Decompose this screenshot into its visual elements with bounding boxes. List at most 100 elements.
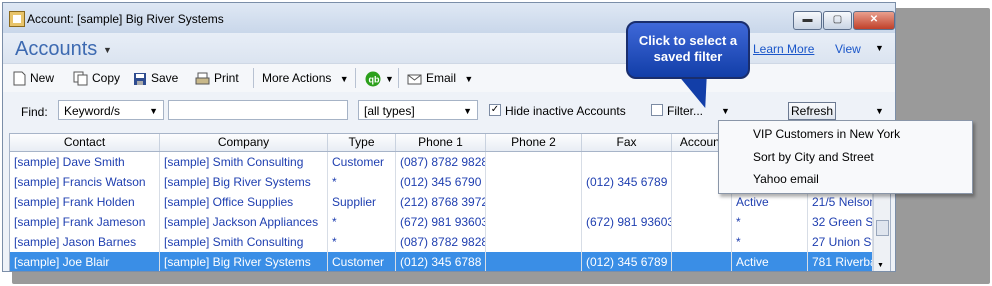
save-button[interactable]: Save	[133, 70, 178, 86]
print-button[interactable]: Print	[195, 70, 239, 86]
close-button[interactable]: ✕	[853, 11, 895, 30]
column-header[interactable]: Phone 1	[396, 134, 486, 151]
table-cell	[486, 172, 582, 192]
column-header[interactable]: Company	[160, 134, 328, 151]
copy-icon	[73, 71, 88, 86]
table-cell: *	[328, 232, 396, 252]
table-cell: [sample] Jackson Appliances	[160, 212, 328, 232]
print-label: Print	[214, 71, 239, 85]
table-cell	[672, 212, 732, 232]
table-cell: [sample] Francis Watson	[10, 172, 160, 192]
table-cell	[672, 252, 732, 271]
table-cell: 781 Riverbank	[808, 252, 873, 271]
table-row[interactable]: [sample] Joe Blair [sample] Big River Sys…	[10, 252, 873, 271]
table-cell: [sample] Jason Barnes	[10, 232, 160, 252]
learn-more-link[interactable]: Learn More	[753, 42, 814, 56]
table-cell: 21/5 Nelson	[808, 192, 873, 212]
filter-menu-item[interactable]: Yahoo email	[753, 169, 819, 189]
type-select[interactable]: [all types] ▼	[358, 100, 478, 120]
table-cell: *	[328, 172, 396, 192]
table-cell: [sample] Big River Systems	[160, 252, 328, 271]
column-header[interactable]: Phone 2	[486, 134, 582, 151]
scrollbar-thumb[interactable]	[876, 220, 889, 236]
table-cell: Active	[732, 192, 808, 212]
table-cell: [sample] Smith Consulting	[160, 152, 328, 172]
table-cell: (087) 8782 9828	[396, 232, 486, 252]
table-cell	[582, 152, 672, 172]
find-field-select[interactable]: Keyword/s ▼	[58, 100, 164, 120]
svg-text:qb: qb	[369, 74, 380, 84]
new-label: New	[30, 71, 55, 85]
toolbar-divider	[398, 68, 399, 88]
table-cell: (012) 345 6789	[582, 172, 672, 192]
table-cell: [sample] Dave Smith	[10, 152, 160, 172]
table-cell: [sample] Frank Jameson	[10, 212, 160, 232]
table-cell	[672, 232, 732, 252]
window-title: Account: [sample] Big River Systems	[27, 12, 224, 26]
new-document-icon	[13, 71, 26, 86]
table-cell: (672) 981 93603	[396, 212, 486, 232]
more-actions-button[interactable]: More Actions ▼	[262, 70, 349, 86]
table-cell: Supplier	[328, 192, 396, 212]
copy-label: Copy	[92, 71, 121, 85]
view-menu[interactable]: View	[835, 42, 861, 56]
column-header[interactable]: Fax	[582, 134, 672, 151]
new-button[interactable]: New	[13, 70, 54, 86]
table-cell: *	[732, 212, 808, 232]
table-cell	[582, 192, 672, 212]
table-cell: (212) 8768 3972	[396, 192, 486, 212]
table-row[interactable]: [sample] Frank Jameson [sample] Jackson A…	[10, 212, 873, 232]
table-cell: (672) 981 93603	[582, 212, 672, 232]
filter-menu-item[interactable]: VIP Customers in New York	[753, 124, 900, 144]
page-header: Accounts ▼ Learn More View ▼	[3, 33, 895, 63]
table-cell: [sample] Frank Holden	[10, 192, 160, 212]
search-input[interactable]	[168, 100, 348, 120]
hide-inactive-checkbox[interactable]: ✓	[489, 104, 501, 116]
quickbooks-icon: qb	[365, 71, 381, 87]
toolbar-divider	[253, 68, 254, 88]
column-header[interactable]: Contact	[10, 134, 160, 151]
chevron-down-icon[interactable]: ▼	[103, 45, 112, 55]
table-cell	[486, 252, 582, 271]
find-label: Find:	[21, 105, 48, 119]
scroll-down-icon[interactable]: ▼	[877, 262, 884, 269]
copy-button[interactable]: Copy	[73, 70, 120, 86]
hide-inactive-label: Hide inactive Accounts	[505, 104, 626, 118]
table-row[interactable]: [sample] Jason Barnes [sample] Smith Cons…	[10, 232, 873, 252]
table-cell: 32 Green St	[808, 212, 873, 232]
table-cell: Customer	[328, 252, 396, 271]
table-cell	[486, 232, 582, 252]
table-cell	[486, 192, 582, 212]
table-row[interactable]: [sample] Frank Holden [sample] Office Sup…	[10, 192, 873, 212]
chevron-down-icon[interactable]: ▼	[875, 43, 884, 53]
filter-checkbox[interactable]	[651, 104, 663, 116]
chevron-down-icon: ▼	[339, 74, 349, 84]
column-header[interactable]: Type	[328, 134, 396, 151]
table-cell: [sample] Smith Consulting	[160, 232, 328, 252]
table-cell: *	[732, 232, 808, 252]
table-cell: Active	[732, 252, 808, 271]
chevron-down-icon: ▼	[149, 106, 158, 116]
save-label: Save	[151, 71, 179, 85]
toolbar-divider	[355, 68, 356, 88]
table-cell: [sample] Joe Blair	[10, 252, 160, 271]
table-cell	[486, 212, 582, 232]
chevron-down-icon: ▼	[385, 74, 394, 84]
chevron-down-icon[interactable]: ▼	[875, 106, 884, 116]
filter-menu-item[interactable]: Sort by City and Street	[753, 147, 874, 167]
email-icon	[407, 74, 422, 85]
table-cell: 27 Union St	[808, 232, 873, 252]
minimize-button[interactable]: ▬	[793, 11, 822, 30]
table-cell: *	[328, 212, 396, 232]
refresh-button[interactable]: Refresh	[788, 102, 836, 120]
find-field-value: Keyword/s	[64, 104, 121, 118]
callout-bubble: Click to select a saved filter	[626, 21, 750, 79]
maximize-button[interactable]: ▢	[823, 11, 852, 30]
title-bar[interactable]: Account: [sample] Big River Systems ▬ ▢ …	[3, 3, 895, 33]
quickbooks-button[interactable]: qb ▼	[365, 70, 394, 87]
print-icon	[195, 72, 210, 85]
table-cell: Customer	[328, 152, 396, 172]
table-cell: [sample] Office Supplies	[160, 192, 328, 212]
email-button[interactable]: Email ▼	[407, 70, 473, 86]
page-title: Accounts	[15, 38, 98, 60]
